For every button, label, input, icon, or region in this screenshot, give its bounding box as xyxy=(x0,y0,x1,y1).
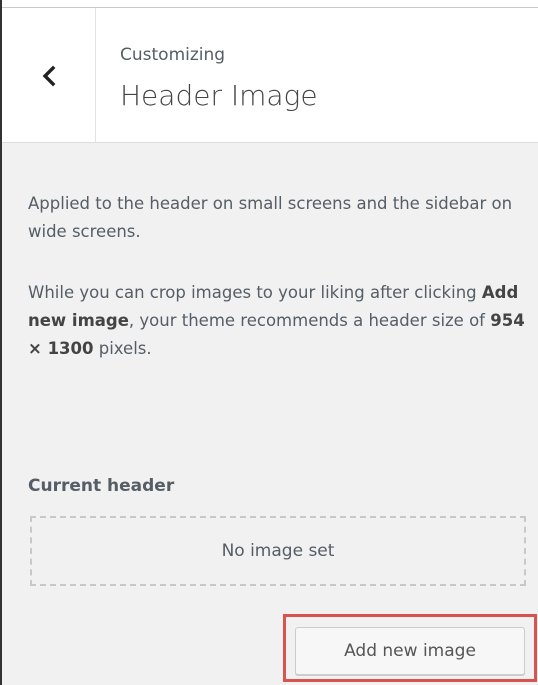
description-crop-part2: , your theme recommends a header size of xyxy=(128,311,491,330)
header-subtitle: Customizing xyxy=(120,45,226,65)
customizer-panel: Customizing Header Image Applied to the … xyxy=(0,0,538,685)
chevron-left-icon xyxy=(42,65,56,87)
header-text: Customizing Header Image xyxy=(120,44,318,114)
page-title: Header Image xyxy=(120,79,318,112)
current-header-label: Current header xyxy=(28,476,175,496)
add-new-image-button[interactable]: Add new image xyxy=(295,627,525,675)
back-button[interactable] xyxy=(2,8,96,143)
no-image-placeholder: No image set xyxy=(30,516,526,586)
description-applied: Applied to the header on small screens a… xyxy=(28,194,513,241)
no-image-text: No image set xyxy=(221,541,335,561)
panel-content: Applied to the header on small screens a… xyxy=(2,144,538,363)
description-crop-part1: While you can crop images to your liking… xyxy=(28,283,482,302)
top-strip xyxy=(2,0,538,8)
description-crop-part3: pixels. xyxy=(93,339,152,358)
panel-header: Customizing Header Image xyxy=(2,8,538,143)
description-crop: While you can crop images to your liking… xyxy=(28,279,534,363)
